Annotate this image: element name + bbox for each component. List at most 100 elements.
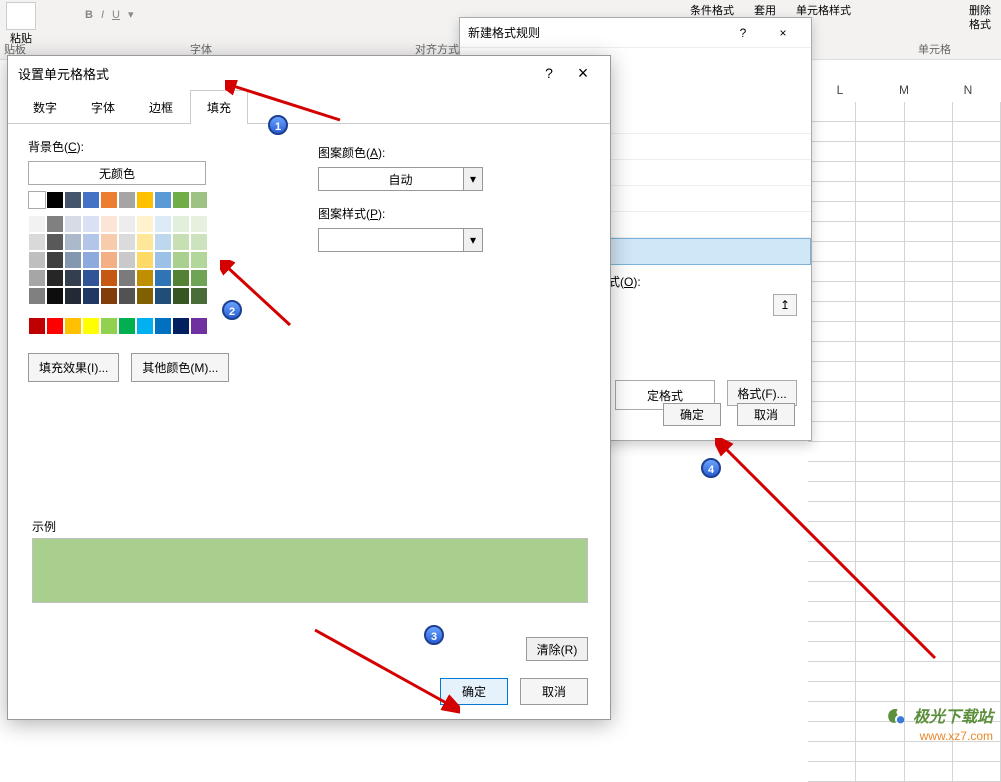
cell[interactable] [905,402,953,421]
color-swatch[interactable] [100,233,118,251]
color-swatch[interactable] [82,287,100,305]
color-swatch[interactable] [154,269,172,287]
cell[interactable] [905,662,953,681]
color-swatch[interactable] [64,191,82,209]
color-swatch[interactable] [118,215,136,233]
cell[interactable] [856,582,904,601]
cell[interactable] [905,342,953,361]
color-swatch[interactable] [118,269,136,287]
column-header[interactable]: L [808,83,872,97]
cell[interactable] [953,742,1001,761]
cell[interactable] [905,202,953,221]
clear-button[interactable]: 清除(R) [526,637,588,661]
cell[interactable] [856,202,904,221]
color-swatch[interactable] [136,287,154,305]
color-swatch[interactable] [46,251,64,269]
cell[interactable] [808,142,856,161]
color-swatch[interactable] [154,233,172,251]
color-swatch[interactable] [82,191,100,209]
color-swatch[interactable] [82,251,100,269]
cell[interactable] [905,462,953,481]
tab-font[interactable]: 字体 [74,90,132,124]
cell[interactable] [808,302,856,321]
cell[interactable] [905,222,953,241]
color-swatch[interactable] [118,317,136,335]
color-swatch[interactable] [64,269,82,287]
cell[interactable] [808,382,856,401]
cell[interactable] [808,662,856,681]
cell[interactable] [856,182,904,201]
cell[interactable] [905,442,953,461]
tab-fill[interactable]: 填充 [190,90,248,124]
paste-button[interactable] [6,2,36,30]
color-swatch[interactable] [28,191,46,209]
cell[interactable] [953,622,1001,641]
cell[interactable] [953,682,1001,701]
color-swatch[interactable] [154,287,172,305]
cell[interactable] [953,562,1001,581]
cell[interactable] [953,302,1001,321]
cell[interactable] [808,282,856,301]
cell[interactable] [905,582,953,601]
cell[interactable] [905,742,953,761]
cell[interactable] [856,282,904,301]
help-button[interactable]: ? [723,20,763,46]
cell[interactable] [808,402,856,421]
cell[interactable] [905,242,953,261]
cell[interactable] [905,262,953,281]
color-swatch[interactable] [154,191,172,209]
cell[interactable] [808,722,856,741]
cell[interactable] [905,622,953,641]
column-header[interactable]: N [936,83,1000,97]
cell[interactable] [808,702,856,721]
column-header[interactable]: M [872,83,936,97]
cancel-button[interactable]: 取消 [520,678,588,705]
cell[interactable] [808,642,856,661]
cell[interactable] [905,182,953,201]
color-swatch[interactable] [190,317,208,335]
cell[interactable] [953,662,1001,681]
cell[interactable] [905,422,953,441]
cell[interactable] [808,102,856,121]
cell[interactable] [953,602,1001,621]
cell[interactable] [953,522,1001,541]
cell[interactable] [808,362,856,381]
cell[interactable] [856,162,904,181]
cell[interactable] [905,122,953,141]
cell[interactable] [808,122,856,141]
color-swatch[interactable] [190,287,208,305]
color-swatch[interactable] [64,317,82,335]
color-swatch[interactable] [100,317,118,335]
cell[interactable] [905,522,953,541]
color-swatch[interactable] [118,233,136,251]
color-swatch[interactable] [100,251,118,269]
cell[interactable] [808,602,856,621]
italic-button[interactable]: I [101,9,104,21]
cell[interactable] [905,502,953,521]
cell[interactable] [808,542,856,561]
no-color-button[interactable]: 无颜色 [28,161,206,185]
cell[interactable] [808,482,856,501]
tab-border[interactable]: 边框 [132,90,190,124]
color-swatch[interactable] [82,269,100,287]
cell[interactable] [856,522,904,541]
cell[interactable] [808,422,856,441]
color-swatch[interactable] [46,215,64,233]
cell[interactable] [953,582,1001,601]
cell[interactable] [953,402,1001,421]
cell[interactable] [905,482,953,501]
cell[interactable] [856,222,904,241]
color-swatch[interactable] [28,215,46,233]
close-button[interactable]: × [566,57,600,90]
cell[interactable] [856,542,904,561]
cell[interactable] [808,762,856,781]
cell[interactable] [905,322,953,341]
color-swatch[interactable] [190,215,208,233]
cell[interactable] [808,502,856,521]
cell[interactable] [856,402,904,421]
cell[interactable] [905,382,953,401]
color-swatch[interactable] [190,269,208,287]
color-swatch[interactable] [46,287,64,305]
color-swatch[interactable] [46,269,64,287]
pattern-color-select[interactable]: 自动 [318,167,483,191]
